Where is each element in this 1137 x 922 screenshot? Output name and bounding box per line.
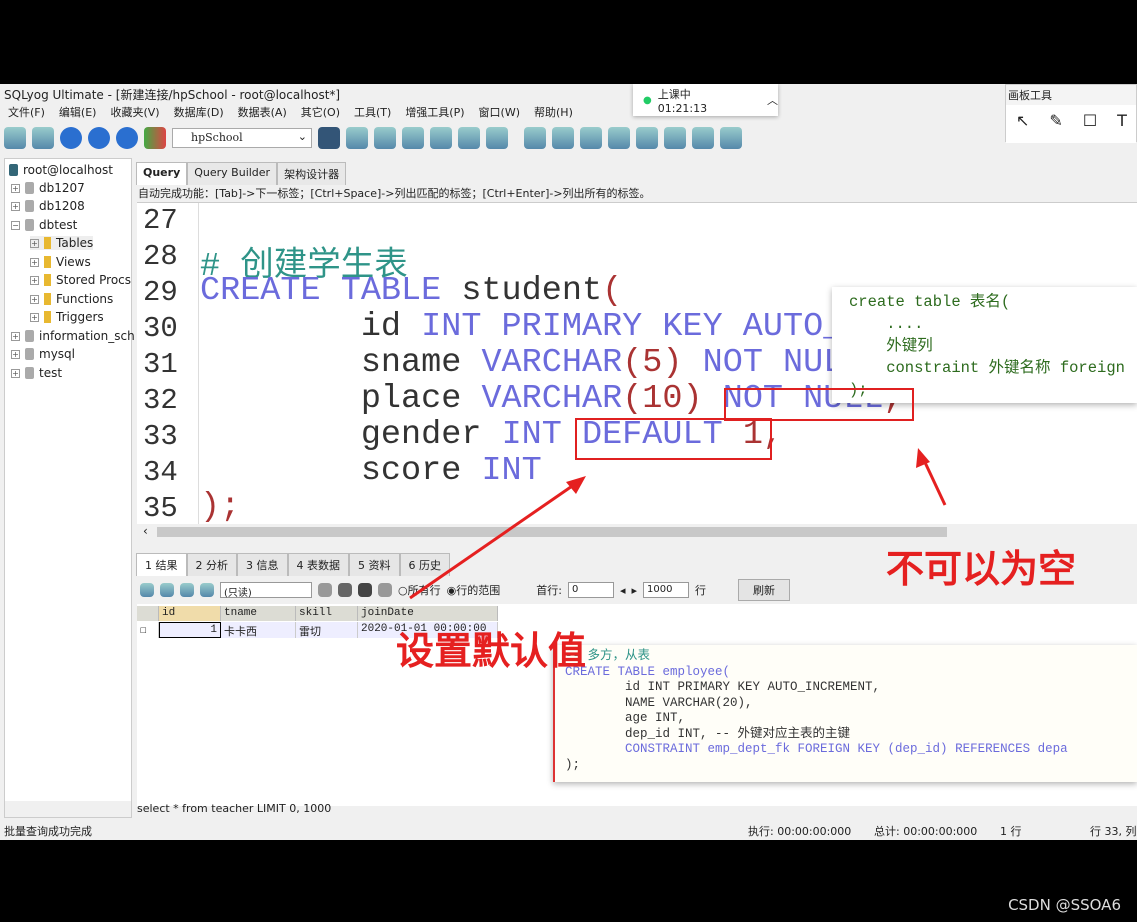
rectangle-icon[interactable]: ☐ (1083, 111, 1097, 137)
status-dot-icon: ● (643, 94, 652, 106)
arrowhead-icon (566, 476, 586, 494)
pointer-icon[interactable]: ↖ (1016, 111, 1029, 137)
text-icon[interactable]: T (1117, 111, 1127, 137)
pen-icon[interactable]: ✎ (1049, 111, 1062, 137)
arrowhead-icon (916, 448, 930, 468)
chevron-up-icon[interactable]: ︿ (767, 92, 778, 108)
drawing-tools-title: 画板工具 (1008, 89, 1052, 102)
class-timer[interactable]: ● 上课中 01:21:13 ︿ (633, 84, 778, 116)
annotation-arrows (409, 448, 947, 600)
sqlyog-window: SQLyog Ultimate - [新建连接/hpSchool - root@… (0, 84, 1137, 840)
annotation-not-null: 不可以为空 (886, 547, 1077, 591)
annotation-default: 设置默认值 (396, 629, 587, 673)
arrow-default (409, 480, 579, 600)
watermark: CSDN @SSOA6 (1008, 896, 1121, 914)
drawing-tools: 画板工具 ↖ ✎ ☐ T (1005, 84, 1137, 143)
